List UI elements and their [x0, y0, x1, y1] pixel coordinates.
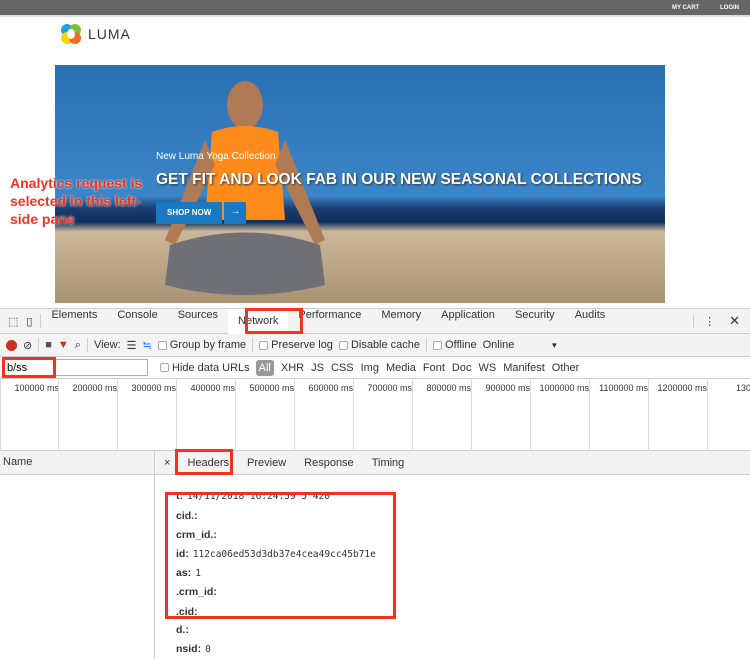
filter-bar: Hide data URLs All XHR JS CSS Img Media Font Do…: [0, 357, 750, 379]
timeline-tick: 800000 ms: [412, 379, 471, 451]
detail-tab-response[interactable]: Response: [295, 457, 363, 469]
list-view-icon[interactable]: ☰: [127, 339, 137, 352]
timeline-overview[interactable]: 100000 ms 200000 ms 300000 ms 400000 ms 5000…: [0, 379, 750, 451]
param-key: nsid:: [176, 643, 202, 655]
header-param-row: nsid: 0: [176, 643, 211, 655]
timeline-tick: 700000 ms: [353, 379, 412, 451]
chevron-down-icon: ▼: [550, 341, 559, 350]
luma-logo-icon: [61, 24, 81, 44]
detail-tab-timing[interactable]: Timing: [363, 457, 414, 469]
filter-type-js[interactable]: JS: [311, 362, 324, 374]
filter-type-media[interactable]: Media: [386, 362, 416, 374]
group-by-frame-checkbox[interactable]: Group by frame: [157, 339, 246, 351]
record-icon[interactable]: [6, 339, 17, 351]
filter-type-doc[interactable]: Doc: [452, 362, 472, 374]
tab-security[interactable]: Security: [505, 309, 565, 334]
throttle-select[interactable]: Online ▼: [483, 339, 559, 351]
more-options-icon[interactable]: ⋮: [693, 314, 725, 328]
preserve-log-checkbox[interactable]: Preserve log: [259, 339, 333, 351]
banner-headline: GET FIT AND LOOK FAB IN OUR NEW SEASONAL…: [156, 171, 642, 188]
top-bar: MY CART LOGIN: [0, 0, 750, 17]
filter-type-css[interactable]: CSS: [331, 362, 354, 374]
tab-console[interactable]: Console: [107, 309, 167, 334]
banner-subtitle: New Luma Yoga Collection: [156, 151, 276, 162]
search-icon[interactable]: ⌕: [75, 339, 81, 352]
filter-type-manifest[interactable]: Manifest: [503, 362, 545, 374]
offline-checkbox[interactable]: Offline: [433, 339, 477, 351]
tab-audits[interactable]: Audits: [565, 309, 616, 334]
filter-type-all[interactable]: All: [255, 359, 274, 376]
tab-memory[interactable]: Memory: [371, 309, 431, 334]
param-value: 0: [205, 644, 211, 655]
my-cart-link[interactable]: MY CART: [672, 5, 699, 11]
annotation-text: Analytics request is selected in this le…: [10, 175, 143, 227]
disable-cache-checkbox[interactable]: Disable cache: [338, 339, 420, 351]
arrow-right-icon: →: [224, 202, 247, 224]
screenshot-icon[interactable]: ■: [45, 339, 52, 351]
waterfall-view-icon[interactable]: ≒: [143, 339, 152, 352]
clear-icon[interactable]: ⊘: [23, 339, 32, 352]
timeline-tick: 300000 ms: [117, 379, 176, 451]
filter-icon[interactable]: ▼: [58, 339, 69, 351]
timeline-tick: 400000 ms: [176, 379, 235, 451]
name-column-header[interactable]: Name: [0, 451, 155, 475]
filter-type-xhr[interactable]: XHR: [281, 362, 304, 374]
login-link[interactable]: LOGIN: [720, 5, 739, 11]
detail-tab-preview[interactable]: Preview: [238, 457, 295, 469]
timeline-tick: 600000 ms: [294, 379, 353, 451]
shop-now-button[interactable]: SHOP NOW →: [156, 202, 247, 224]
highlight-filter-input: [2, 357, 56, 378]
network-toolbar: ⊘ ■ ▼ ⌕ View: ☰ ≒ Group by frame Preserv…: [0, 334, 750, 357]
filter-type-other[interactable]: Other: [552, 362, 580, 374]
highlight-headers-tab: [175, 449, 233, 475]
detail-tab-bar: × Headers Preview Response Timing: [155, 451, 750, 475]
shop-now-label: SHOP NOW: [156, 202, 223, 224]
filter-type-img[interactable]: Img: [361, 362, 379, 374]
timeline-tick: 100000 ms: [0, 379, 59, 451]
device-toolbar-icon[interactable]: ▯: [22, 315, 40, 328]
hide-data-urls-checkbox[interactable]: Hide data URLs: [160, 362, 250, 374]
luma-logo[interactable]: LUMA: [60, 23, 131, 45]
tab-elements[interactable]: Elements: [41, 309, 107, 334]
view-label: View:: [93, 339, 121, 351]
timeline-tick: 1000000 ms: [530, 379, 589, 451]
highlight-network-tab: [245, 308, 303, 334]
logo-text: LUMA: [88, 26, 131, 42]
timeline-tick: 200000 ms: [58, 379, 117, 451]
filter-type-font[interactable]: Font: [423, 362, 445, 374]
highlight-params: [165, 492, 396, 619]
timeline-tick: 900000 ms: [471, 379, 530, 451]
inspect-element-icon[interactable]: ⬚: [0, 315, 22, 328]
tab-sources[interactable]: Sources: [168, 309, 228, 334]
timeline-tick: 1100000 ms: [589, 379, 648, 451]
devtools-tab-bar: ⬚ ▯ Elements Console Sources Network Perform…: [0, 308, 750, 334]
header-param-row: d.:: [176, 624, 193, 636]
timeline-tick: 500000 ms: [235, 379, 294, 451]
tab-application[interactable]: Application: [431, 309, 505, 334]
close-icon[interactable]: ✕: [725, 313, 750, 329]
timeline-tick: 130000: [707, 379, 750, 451]
filter-type-ws[interactable]: WS: [478, 362, 496, 374]
timeline-tick: 1200000 ms: [648, 379, 707, 451]
param-key: d.:: [176, 624, 189, 636]
request-list-pane[interactable]: [0, 475, 155, 659]
